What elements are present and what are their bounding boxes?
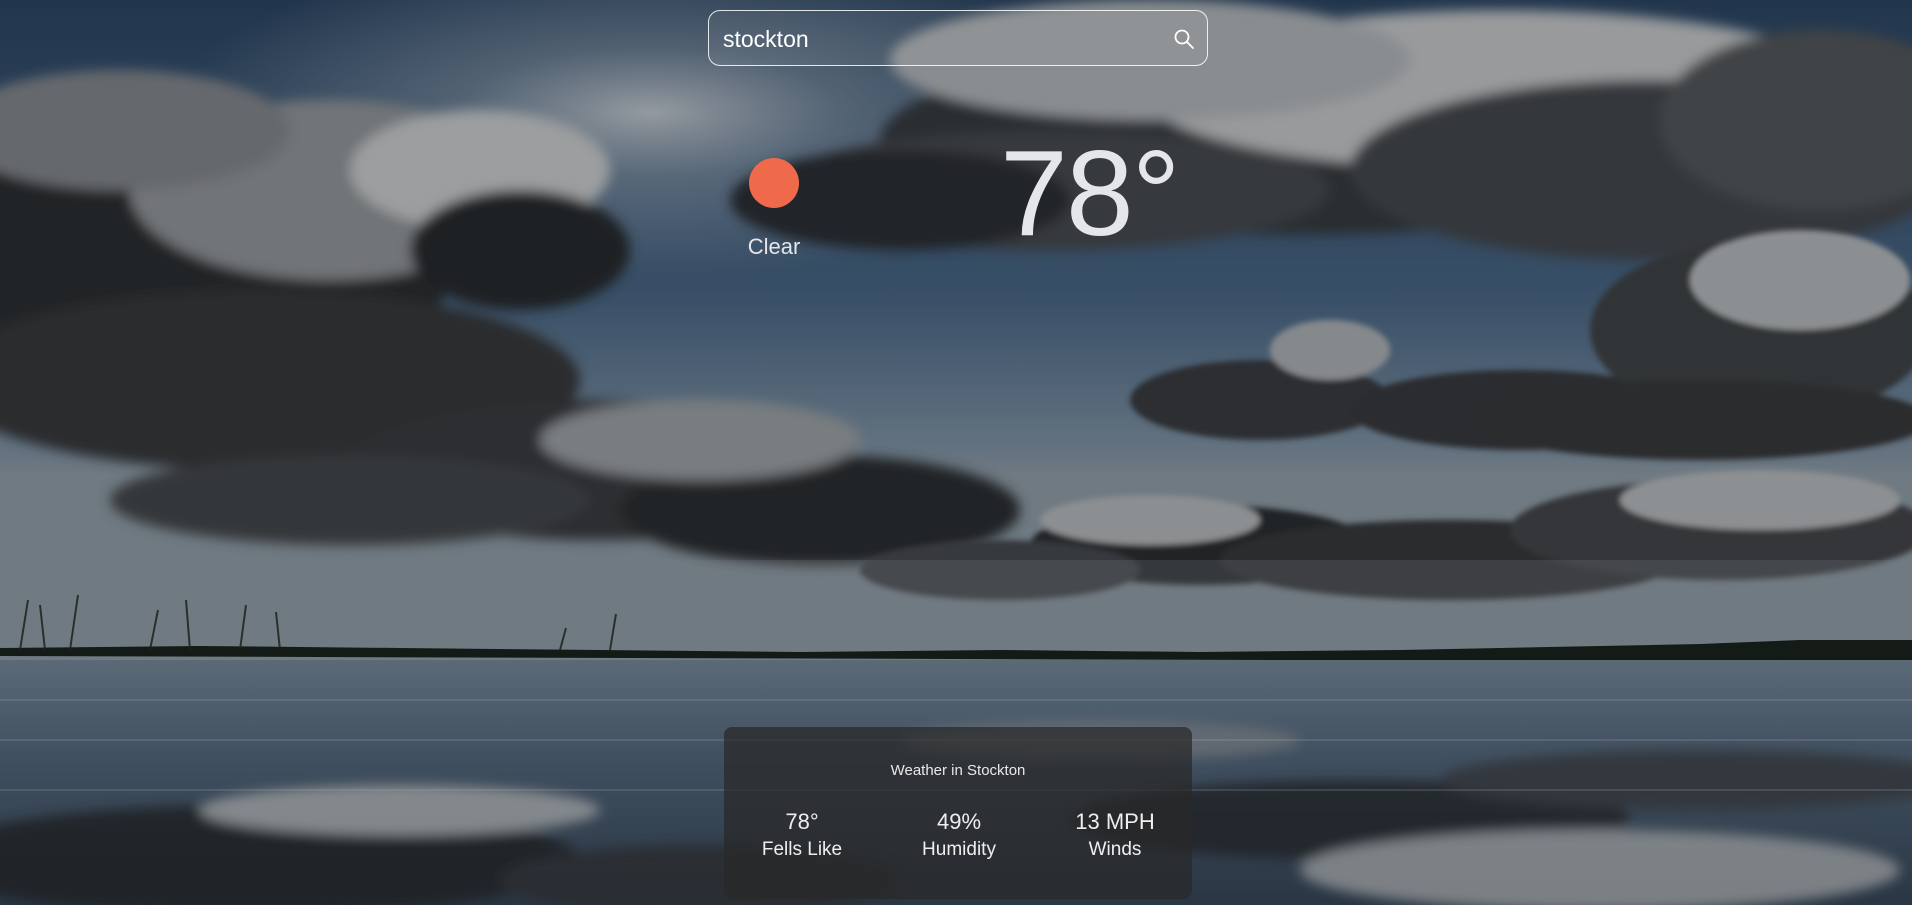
winds-label: Winds	[1088, 839, 1142, 860]
sun-icon	[749, 158, 799, 208]
feels-like-value: 78°	[785, 809, 819, 834]
condition-label: Clear	[747, 234, 801, 259]
stat-humidity: 49% Humidity	[884, 809, 1034, 861]
weather-details-card: Weather in Stockton 78° Fells Like 49% H…	[724, 727, 1192, 899]
weather-app: Clear 78° Weather in Stockton 78° Fells …	[0, 0, 1912, 905]
search-icon[interactable]	[1173, 28, 1195, 50]
current-temperature: 78°	[1000, 125, 1180, 261]
humidity-value: 49%	[936, 809, 982, 834]
card-title: Weather in Stockton	[890, 762, 1026, 779]
feels-like-label: Fells Like	[761, 839, 843, 860]
winds-value: 13 MPH	[1075, 809, 1155, 834]
search-bar	[708, 10, 1208, 66]
search-input[interactable]	[721, 19, 1155, 59]
humidity-label: Humidity	[922, 839, 996, 860]
stat-winds: 13 MPH Winds	[1040, 809, 1190, 861]
stat-feels-like: 78° Fells Like	[727, 809, 877, 861]
